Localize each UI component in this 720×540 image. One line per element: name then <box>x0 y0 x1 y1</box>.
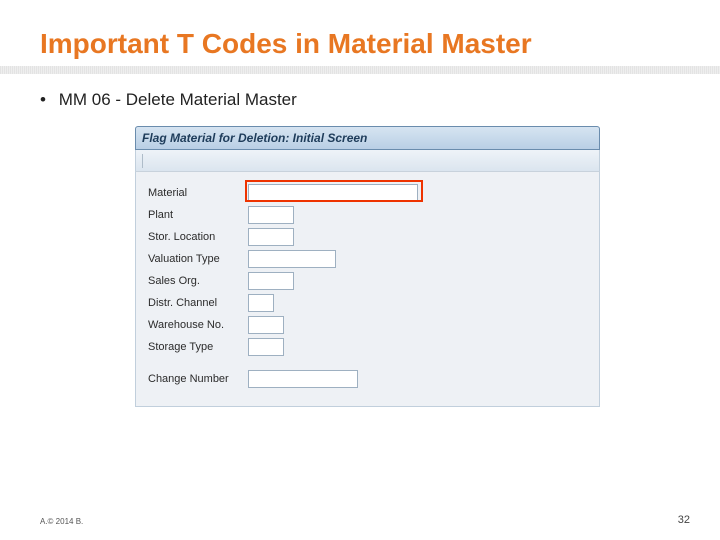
sales-org-field[interactable] <box>248 272 294 290</box>
page-number: 32 <box>678 514 690 526</box>
label-dchan: Distr. Channel <box>148 297 248 309</box>
toolbar-separator <box>142 154 143 168</box>
row-chgno: Change Number <box>148 368 587 390</box>
row-material: Material <box>148 182 587 204</box>
tcode-desc: Delete Material Master <box>126 90 297 109</box>
material-field[interactable] <box>248 184 418 202</box>
slide-title: Important T Codes in Material Master <box>0 0 720 66</box>
row-vtype: Valuation Type <box>148 248 587 270</box>
label-vtype: Valuation Type <box>148 253 248 265</box>
bullet-icon: • <box>40 90 46 109</box>
valuation-type-field[interactable] <box>248 250 336 268</box>
label-sloc: Stor. Location <box>148 231 248 243</box>
sep: - <box>115 90 125 109</box>
stor-location-field[interactable] <box>248 228 294 246</box>
label-stype: Storage Type <box>148 341 248 353</box>
sap-toolbar <box>135 150 600 172</box>
label-chgno: Change Number <box>148 373 248 385</box>
storage-type-field[interactable] <box>248 338 284 356</box>
row-dchan: Distr. Channel <box>148 292 587 314</box>
sap-window: Flag Material for Deletion: Initial Scre… <box>135 126 600 407</box>
row-whs: Warehouse No. <box>148 314 587 336</box>
tcode: MM 06 <box>59 90 111 109</box>
label-material: Material <box>148 187 248 199</box>
row-stype: Storage Type <box>148 336 587 358</box>
sap-titlebar: Flag Material for Deletion: Initial Scre… <box>135 126 600 150</box>
bullet-line: • MM 06 - Delete Material Master <box>0 90 720 110</box>
row-sloc: Stor. Location <box>148 226 587 248</box>
row-plant: Plant <box>148 204 587 226</box>
warehouse-no-field[interactable] <box>248 316 284 334</box>
sap-form-body: Material Plant Stor. Location Valuation … <box>135 172 600 407</box>
label-sorg: Sales Org. <box>148 275 248 287</box>
change-number-field[interactable] <box>248 370 358 388</box>
divider <box>0 66 720 74</box>
footer-copyright: A.© 2014 B. <box>40 517 83 526</box>
plant-field[interactable] <box>248 206 294 224</box>
row-sorg: Sales Org. <box>148 270 587 292</box>
label-whs: Warehouse No. <box>148 319 248 331</box>
label-plant: Plant <box>148 209 248 221</box>
distr-channel-field[interactable] <box>248 294 274 312</box>
sap-window-title: Flag Material for Deletion: Initial Scre… <box>142 131 367 145</box>
